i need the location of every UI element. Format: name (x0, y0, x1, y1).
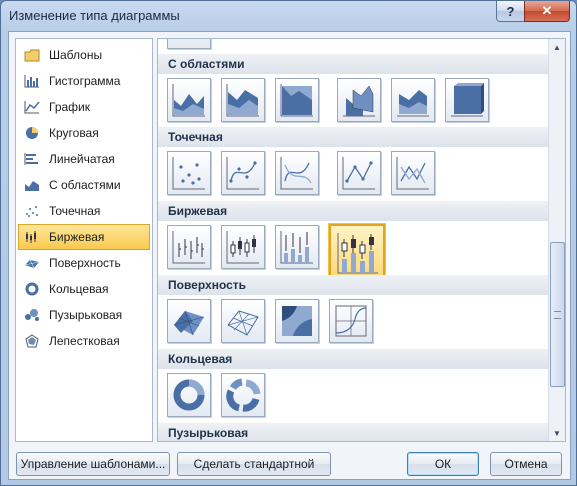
scroll-down-arrow-icon[interactable]: ▼ (549, 425, 565, 441)
section-header-doughnut: Кольцевая (158, 349, 548, 369)
close-button[interactable]: ✕ (524, 1, 570, 22)
title-bar: Изменение типа диаграммы ? ✕ (1, 1, 576, 31)
scatter-subtype-3[interactable] (275, 151, 319, 195)
surface-chart-icon (23, 255, 41, 271)
sidebar-item-bubble[interactable]: Пузырьковая (18, 302, 150, 328)
scatter-subtype-2[interactable] (221, 151, 265, 195)
section-header-surface: Поверхность (158, 275, 548, 295)
help-icon: ? (506, 3, 515, 19)
bubble-chart-icon (23, 307, 41, 323)
sidebar-item-label: Биржевая (49, 230, 105, 244)
doughnut-subtype-exploded[interactable] (221, 373, 265, 417)
sidebar-item-pie[interactable]: Круговая (18, 120, 150, 146)
sidebar-item-column[interactable]: Гистограмма (18, 68, 150, 94)
sidebar-item-line[interactable]: График (18, 94, 150, 120)
doughnut-chart-icon (23, 281, 41, 297)
sidebar-item-bar[interactable]: Линейчатая (18, 146, 150, 172)
area-subtype-6[interactable] (445, 78, 489, 122)
sidebar-item-surface[interactable]: Поверхность (18, 250, 150, 276)
change-chart-type-dialog: Изменение типа диаграммы ? ✕ Шаблоны Гис… (0, 0, 577, 486)
set-default-button[interactable]: Сделать стандартной (177, 452, 331, 476)
sidebar-item-stock[interactable]: Биржевая (18, 224, 150, 250)
scrollbar-thumb[interactable] (550, 242, 565, 387)
chart-category-list: Шаблоны Гистограмма График Круговая Лине… (15, 38, 153, 442)
chart-subtype-gallery[interactable]: С областями Точечная Биржевая Поверхност… (157, 38, 566, 442)
sidebar-item-label: Кольцевая (49, 282, 109, 296)
ok-button[interactable]: ОК (407, 452, 479, 476)
area-chart-icon (23, 177, 41, 193)
stock-chart-icon (23, 229, 41, 245)
surface-subtype-wireframe[interactable] (221, 299, 265, 343)
section-header-bubble: Пузырьковая (158, 423, 548, 441)
stock-subtype-ohlc[interactable] (221, 225, 265, 269)
area-subtype-5[interactable] (391, 78, 435, 122)
surface-subtype-contour-wire[interactable] (329, 299, 373, 343)
stock-subtype-vohlc[interactable] (329, 224, 385, 280)
sidebar-item-label: Поверхность (49, 256, 121, 270)
sidebar-item-radar[interactable]: Лепестковая (18, 328, 150, 354)
sidebar-item-label: Линейчатая (49, 152, 115, 166)
sidebar-item-label: График (49, 100, 90, 114)
sidebar-item-label: С областями (49, 178, 121, 192)
scatter-chart-icon (23, 203, 41, 219)
surface-subtype-contour[interactable] (275, 299, 319, 343)
gallery-scrollbar[interactable]: ▲ ▼ (548, 39, 565, 441)
line-chart-icon (23, 99, 41, 115)
close-icon: ✕ (541, 3, 553, 18)
chart-subtype-tile[interactable] (167, 39, 211, 49)
manage-templates-button[interactable]: Управление шаблонами... (16, 452, 170, 476)
scatter-subtype-4[interactable] (337, 151, 381, 195)
radar-chart-icon (23, 333, 41, 349)
sidebar-item-templates[interactable]: Шаблоны (18, 42, 150, 68)
sidebar-item-scatter[interactable]: Точечная (18, 198, 150, 224)
area-subtype-2[interactable] (221, 78, 265, 122)
bar-chart-icon (23, 151, 41, 167)
scatter-subtype-1[interactable] (167, 151, 211, 195)
dialog-body: Шаблоны Гистограмма График Круговая Лине… (8, 31, 571, 480)
folder-icon (23, 47, 41, 63)
sidebar-item-doughnut[interactable]: Кольцевая (18, 276, 150, 302)
surface-subtype-3d[interactable] (167, 299, 211, 343)
sidebar-item-label: Гистограмма (49, 74, 121, 88)
column-chart-icon (23, 73, 41, 89)
area-subtype-1[interactable] (167, 78, 211, 122)
scatter-subtype-5[interactable] (391, 151, 435, 195)
dialog-button-row: Управление шаблонами... Сделать стандарт… (9, 446, 570, 476)
sidebar-item-area[interactable]: С областями (18, 172, 150, 198)
scroll-up-arrow-icon[interactable]: ▲ (549, 39, 565, 55)
section-header-area: С областями (158, 54, 548, 74)
dialog-title: Изменение типа диаграммы (9, 8, 180, 23)
cancel-button[interactable]: Отмена (490, 452, 562, 476)
section-header-stock: Биржевая (158, 201, 548, 221)
area-subtype-4[interactable] (337, 78, 381, 122)
sidebar-item-label: Шаблоны (49, 48, 103, 62)
sidebar-item-label: Круговая (49, 126, 99, 140)
stock-subtype-vhlc[interactable] (275, 225, 319, 269)
doughnut-subtype-1[interactable] (167, 373, 211, 417)
area-subtype-3[interactable] (275, 78, 319, 122)
section-header-scatter: Точечная (158, 127, 548, 147)
help-button[interactable]: ? (496, 1, 525, 22)
pie-chart-icon (23, 125, 41, 141)
stock-subtype-hlc[interactable] (167, 225, 211, 269)
sidebar-item-label: Точечная (49, 204, 101, 218)
grip-icon (554, 311, 561, 319)
sidebar-item-label: Пузырьковая (49, 308, 123, 322)
sidebar-item-label: Лепестковая (49, 334, 120, 348)
